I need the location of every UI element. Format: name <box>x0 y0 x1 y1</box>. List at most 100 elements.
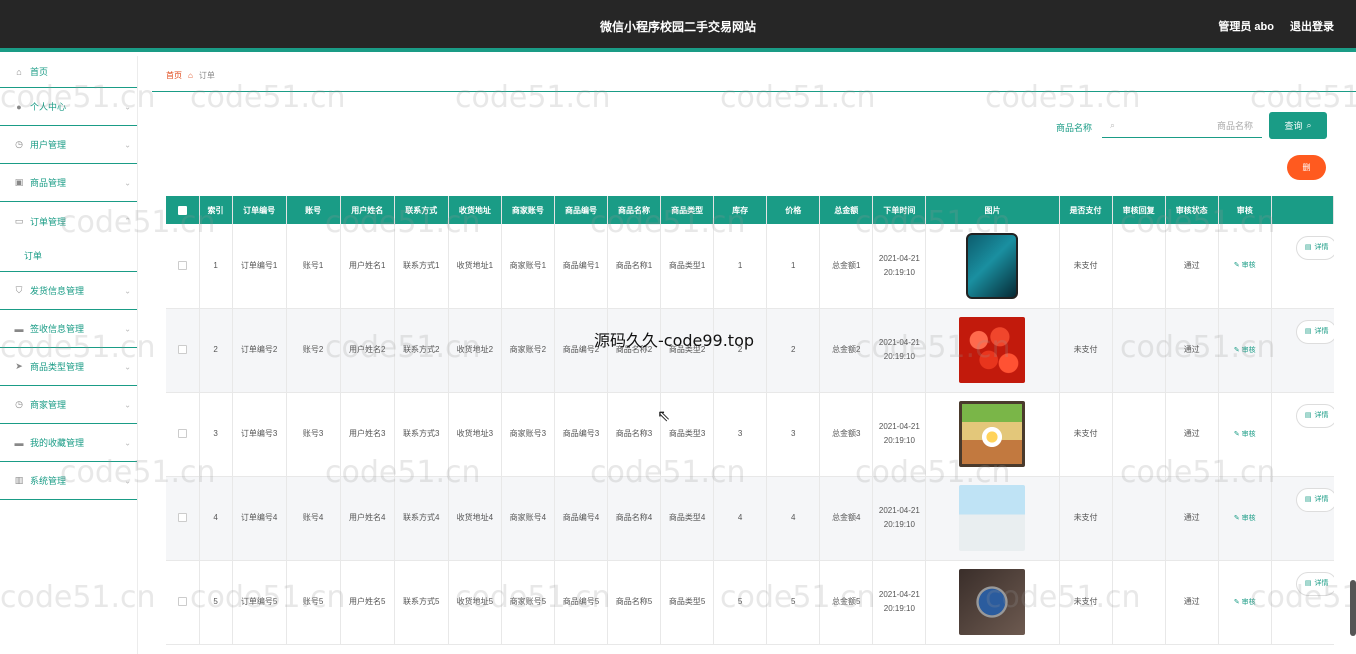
cell-total: 总金额4 <box>819 476 874 561</box>
product-thumbnail <box>959 317 1026 383</box>
sidebar-item-shipping[interactable]: ⛉ 发货信息管理 ⌄ <box>0 272 137 310</box>
cell-address: 收货地址1 <box>448 224 502 309</box>
search-button[interactable]: 查询 ⌕ <box>1269 112 1327 139</box>
sidebar-item-label: 签收信息管理 <box>30 324 85 334</box>
cell-stock: 1 <box>713 224 768 309</box>
audit-button[interactable]: ✎ 审核 <box>1234 515 1256 522</box>
detail-icon: ▤ <box>1304 580 1312 587</box>
cell-paid: 未支付 <box>1059 392 1113 477</box>
cell-actions: ▤ 详情 <box>1271 392 1334 477</box>
cell-paid: 未支付 <box>1059 224 1113 309</box>
cell-goods-type: 商品类型4 <box>660 476 715 561</box>
audit-button[interactable]: ✎ 审核 <box>1234 599 1256 606</box>
table-row[interactable]: 4 订单编号4 账号4 用户姓名4 联系方式4 收货地址4 商家账号4 商品编号4 商品名称4 商… <box>166 476 1334 561</box>
delete-button[interactable]: 删 <box>1287 155 1326 180</box>
sidebar-item-receipt[interactable]: ▬ 签收信息管理 ⌄ <box>0 310 137 348</box>
cell-time: 2021-04-21 20:19:10 <box>872 560 927 645</box>
detail-label: 详情 <box>1314 496 1329 503</box>
sidebar-item-orders[interactable]: ▭ 订单管理 ⌃ <box>0 202 137 240</box>
cell-paid: 未支付 <box>1059 308 1113 393</box>
cell-order-no: 订单编号5 <box>232 560 287 645</box>
search-field: ⌕ <box>1102 114 1262 138</box>
cell-goods-type: 商品类型1 <box>660 224 715 309</box>
logout-link[interactable]: 退出登录 <box>1290 18 1334 34</box>
table-row[interactable]: 1 订单编号1 账号1 用户姓名1 联系方式1 收货地址1 商家账号1 商品编号1 商品名称1 商… <box>166 224 1334 309</box>
cell-image <box>925 560 1060 645</box>
cell-idx: 5 <box>199 560 233 645</box>
column-header-actions <box>1271 196 1334 224</box>
cell-goods-type: 商品类型2 <box>660 308 715 393</box>
sidebar: ⌂ 首页 ● 个人中心 ⌄ ◷ 用户管理 ⌄ ▣ 商品管理 ⌄ ▭ 订单管理 ⌃… <box>0 56 138 654</box>
search-label: 商品名称 <box>1056 123 1093 133</box>
user-icon: ● <box>16 101 22 112</box>
cell-contact: 联系方式4 <box>394 476 449 561</box>
detail-button[interactable]: ▤ 详情 <box>1295 320 1334 344</box>
sidebar-item-users[interactable]: ◷ 用户管理 ⌄ <box>0 126 137 164</box>
column-header: 联系方式 <box>394 196 449 224</box>
sidebar-item-goods[interactable]: ▣ 商品管理 ⌄ <box>0 164 137 202</box>
cell-order-no: 订单编号3 <box>232 392 287 477</box>
column-header: 收货地址 <box>448 196 502 224</box>
audit-button[interactable]: ✎ 审核 <box>1234 262 1256 269</box>
product-thumbnail <box>959 485 1026 551</box>
divider <box>152 91 1356 92</box>
cell-address: 收货地址5 <box>448 560 502 645</box>
breadcrumb-home[interactable]: 首页 <box>166 70 182 81</box>
sidebar-item-label: 我的收藏管理 <box>30 438 85 448</box>
cell-goods-no: 商品编号2 <box>554 308 609 393</box>
cell-time: 2021-04-21 20:19:10 <box>872 392 927 477</box>
sidebar-item-system[interactable]: ▥ 系统管理 ⌄ <box>0 462 137 500</box>
sidebar-subitem-order[interactable]: 订单 <box>0 240 137 272</box>
table-row[interactable]: 3 订单编号3 账号3 用户姓名3 联系方式3 收货地址3 商家账号3 商品编号3 商品名称3 商… <box>166 392 1334 477</box>
search-input[interactable] <box>1123 120 1254 131</box>
checkbox[interactable] <box>177 205 187 215</box>
table-row[interactable]: 5 订单编号5 账号5 用户姓名5 联系方式5 收货地址5 商家账号5 商品编号5 商品名称5 商… <box>166 560 1334 645</box>
audit-button[interactable]: ✎ 审核 <box>1234 347 1256 354</box>
cell-name: 用户姓名3 <box>340 392 395 477</box>
checkbox[interactable] <box>177 429 187 439</box>
detail-label: 详情 <box>1314 412 1329 419</box>
checkbox[interactable] <box>177 261 187 271</box>
chevron-down-icon: ⌄ <box>124 140 131 149</box>
cell-account: 账号4 <box>286 476 341 561</box>
table-row[interactable]: 2 订单编号2 账号2 用户姓名2 联系方式2 收货地址2 商家账号2 商品编号2 商品名称2 商… <box>166 308 1334 393</box>
detail-button[interactable]: ▤ 详情 <box>1295 235 1334 260</box>
detail-button[interactable]: ▤ 详情 <box>1295 404 1334 428</box>
scrollbar[interactable] <box>1350 580 1356 636</box>
checkbox[interactable] <box>177 345 187 355</box>
chevron-down-icon: ⌄ <box>124 102 131 111</box>
detail-icon: ▤ <box>1304 412 1312 419</box>
checkbox[interactable] <box>177 597 187 607</box>
sidebar-item-favorites[interactable]: ▬ 我的收藏管理 ⌄ <box>0 424 137 462</box>
admin-label: 管理员 abo <box>1218 21 1274 33</box>
cell-status: 通过 <box>1165 392 1219 477</box>
message-icon: ▭ <box>14 215 24 226</box>
cell-address: 收货地址3 <box>448 392 502 477</box>
cell-audit: ✎ 审核 <box>1218 560 1272 645</box>
checkbox[interactable] <box>177 513 187 523</box>
audit-button[interactable]: ✎ 审核 <box>1234 431 1256 438</box>
cell-order-no: 订单编号2 <box>232 308 287 393</box>
cell-merchant: 商家账号3 <box>501 392 555 477</box>
cell-name: 用户姓名4 <box>340 476 395 561</box>
detail-button[interactable]: ▤ 详情 <box>1295 488 1334 512</box>
sidebar-item-merchants[interactable]: ◷ 商家管理 ⌄ <box>0 386 137 424</box>
cell-contact: 联系方式1 <box>394 224 449 309</box>
cell-goods-no: 商品编号3 <box>554 392 609 477</box>
product-thumbnail <box>959 401 1026 467</box>
sidebar-item-label: 用户管理 <box>30 140 67 150</box>
cell-goods-type: 商品类型5 <box>660 560 715 645</box>
detail-icon: ▤ <box>1304 496 1312 503</box>
cell-idx: 1 <box>199 224 233 309</box>
column-header: 用户姓名 <box>340 196 395 224</box>
column-header: 图片 <box>925 196 1060 224</box>
cell-account: 账号3 <box>286 392 341 477</box>
sidebar-item-goods-type[interactable]: ➤ 商品类型管理 ⌄ <box>0 348 137 386</box>
detail-button[interactable]: ▤ 详情 <box>1295 572 1334 596</box>
sidebar-item-home[interactable]: ⌂ 首页 <box>0 56 137 88</box>
sidebar-item-profile[interactable]: ● 个人中心 ⌄ <box>0 88 137 126</box>
select-all-checkbox-cell[interactable] <box>166 196 200 224</box>
cell-price: 5 <box>766 560 821 645</box>
top-header: 微信小程序校园二手交易网站 管理员 abo 退出登录 <box>0 0 1356 52</box>
cell-merchant: 商家账号1 <box>501 224 555 309</box>
